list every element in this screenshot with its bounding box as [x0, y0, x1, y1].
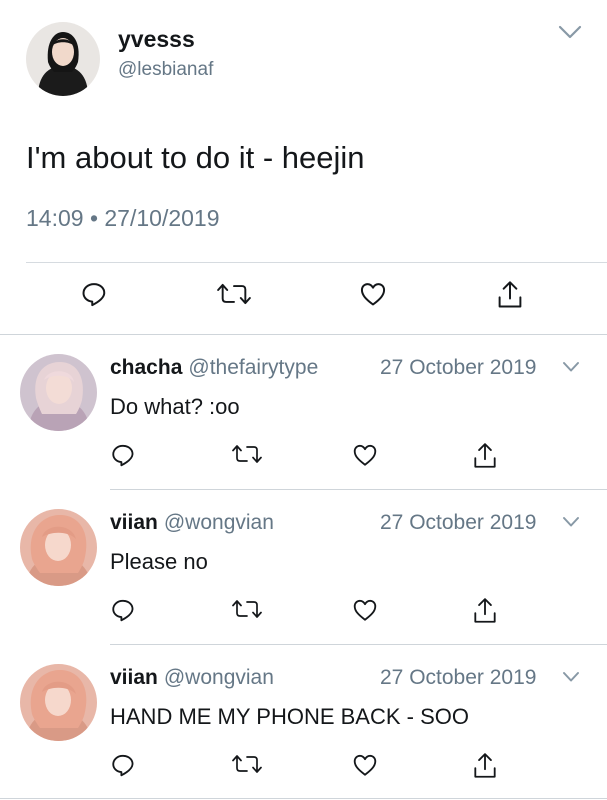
reply-text: Do what? :oo: [110, 394, 240, 419]
author-handle[interactable]: @lesbianaf: [118, 59, 213, 81]
share-icon[interactable]: [496, 280, 524, 310]
heart-icon[interactable]: [352, 597, 378, 623]
share-icon[interactable]: [472, 442, 498, 470]
divider: [26, 262, 607, 263]
heart-icon[interactable]: [352, 442, 378, 468]
author-handle[interactable]: @wongvian: [164, 511, 274, 534]
author-name[interactable]: yvesss: [118, 26, 195, 53]
reply-header: viian @wongvian: [110, 666, 274, 690]
reply-icon[interactable]: [110, 752, 136, 778]
tweet-actions: [0, 597, 607, 629]
retweet-icon[interactable]: [232, 442, 262, 466]
reply-date[interactable]: 27 October 2019: [380, 511, 536, 535]
reply-tweet[interactable]: viian @wongvian 27 October 2019 Please no: [0, 489, 607, 643]
tweet-timestamp[interactable]: 14:09 • 27/10/2019: [26, 205, 220, 232]
chevron-down-icon[interactable]: [562, 671, 580, 683]
tweet-actions: [0, 752, 607, 784]
reply-header: viian @wongvian: [110, 511, 274, 535]
share-icon[interactable]: [472, 752, 498, 780]
chevron-down-icon[interactable]: [562, 361, 580, 373]
author-name[interactable]: chacha: [110, 356, 182, 379]
reply-icon[interactable]: [110, 442, 136, 468]
retweet-icon[interactable]: [232, 597, 262, 621]
reply-date[interactable]: 27 October 2019: [380, 666, 536, 690]
heart-icon[interactable]: [352, 752, 378, 778]
share-icon[interactable]: [472, 597, 498, 625]
avatar[interactable]: [26, 22, 100, 96]
author-name[interactable]: viian: [110, 511, 158, 534]
tweet-text: I'm about to do it - heejin: [26, 140, 365, 175]
avatar[interactable]: [20, 354, 97, 431]
reply-icon[interactable]: [110, 597, 136, 623]
divider: [0, 798, 607, 799]
retweet-icon[interactable]: [232, 752, 262, 776]
author-handle[interactable]: @thefairytype: [188, 356, 318, 379]
heart-icon[interactable]: [359, 280, 387, 308]
reply-tweet[interactable]: viian @wongvian 27 October 2019 HAND ME M…: [0, 644, 607, 798]
author-name[interactable]: viian: [110, 666, 158, 689]
reply-header: chacha @thefairytype: [110, 356, 318, 380]
author-handle[interactable]: @wongvian: [164, 666, 274, 689]
reply-tweet[interactable]: chacha @thefairytype 27 October 2019 Do w…: [0, 334, 607, 488]
reply-text: Please no: [110, 549, 208, 574]
tweet-actions: [0, 280, 607, 316]
reply-date[interactable]: 27 October 2019: [380, 356, 536, 380]
main-tweet: yvesss @lesbianaf I'm about to do it - h…: [0, 0, 607, 334]
chevron-down-icon[interactable]: [558, 24, 582, 40]
avatar[interactable]: [20, 509, 97, 586]
retweet-icon[interactable]: [217, 280, 251, 308]
tweet-actions: [0, 442, 607, 474]
avatar[interactable]: [20, 664, 97, 741]
chevron-down-icon[interactable]: [562, 516, 580, 528]
reply-text: HAND ME MY PHONE BACK - SOO: [110, 704, 469, 729]
reply-icon[interactable]: [80, 280, 108, 308]
